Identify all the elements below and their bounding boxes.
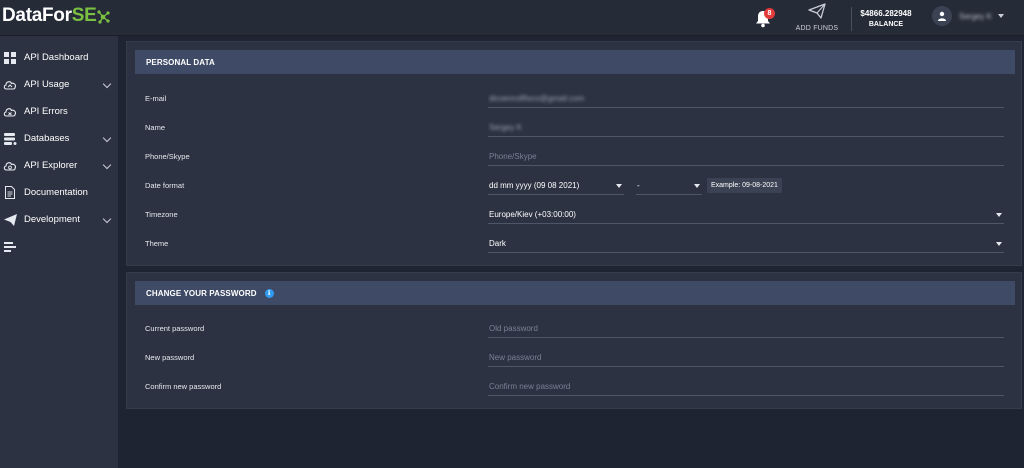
caret-down-icon	[616, 184, 622, 188]
phone-label: Phone/Skype	[145, 152, 190, 161]
confirm-password-placeholder: Confirm new password	[489, 382, 571, 391]
sidebar-item-documentation[interactable]: Documentation	[0, 179, 118, 206]
chevron-down-icon	[102, 133, 112, 143]
name-value: Sergey K	[489, 123, 522, 132]
timezone-select[interactable]: Europe/Kiev (+03:00:00)	[488, 207, 1004, 224]
current-password-input[interactable]: Old password	[488, 321, 1004, 338]
logo-text: DataFor	[2, 5, 72, 26]
name-field[interactable]: Sergey K	[488, 120, 1004, 137]
change-password-panel: CHANGE YOUR PASSWORD i Current password …	[126, 272, 1022, 409]
date-separator-select[interactable]: -	[636, 178, 702, 195]
user-icon	[938, 11, 946, 21]
phone-field[interactable]: Phone/Skype	[488, 149, 1004, 166]
new-password-label: New password	[145, 353, 195, 362]
chevron-down-icon	[102, 160, 112, 170]
top-bar: DataFor SE 8 ADD FUNDS $4866.282948 BALA…	[0, 0, 1024, 36]
add-funds-button[interactable]: ADD FUNDS	[794, 3, 840, 32]
user-name: Sergey K	[959, 11, 992, 21]
sidebar: API Dashboard API Usage API Errors Datab…	[0, 36, 118, 468]
add-funds-label: ADD FUNDS	[795, 25, 839, 32]
email-value: dicoenrollfisco@gmail.com	[489, 94, 585, 103]
info-icon[interactable]: i	[264, 288, 274, 298]
sidebar-item-label: Databases	[24, 133, 70, 144]
phone-placeholder: Phone/Skype	[489, 152, 537, 161]
confirm-password-label: Confirm new password	[145, 382, 222, 391]
date-format-label: Date format	[145, 181, 185, 190]
notification-count-badge: 8	[764, 8, 775, 19]
cloud-explorer-icon	[3, 159, 17, 172]
user-menu[interactable]: Sergey K	[932, 6, 1004, 26]
paper-plane-icon	[808, 3, 826, 19]
dashboard-icon	[3, 51, 17, 64]
sidebar-item-api-errors[interactable]: API Errors	[0, 98, 118, 125]
chevron-down-icon	[102, 79, 112, 89]
confirm-password-input[interactable]: Confirm new password	[488, 379, 1004, 396]
logo-network-icon	[97, 9, 111, 24]
theme-value: Dark	[489, 239, 506, 248]
notifications-button[interactable]: 8	[754, 6, 776, 30]
current-password-placeholder: Old password	[489, 324, 538, 333]
list-icon	[3, 240, 17, 253]
cloud-error-icon	[3, 105, 17, 118]
logo[interactable]: DataFor SE	[2, 5, 111, 27]
sidebar-item-label: Documentation	[24, 187, 88, 198]
caret-down-icon	[694, 184, 700, 188]
document-icon	[3, 186, 17, 199]
name-label: Name	[145, 123, 166, 132]
sidebar-item-label: API Dashboard	[24, 52, 89, 63]
sidebar-item-label: Development	[24, 214, 80, 225]
database-icon	[3, 132, 17, 145]
sidebar-item-api-usage[interactable]: API Usage	[0, 71, 118, 98]
paper-plane-icon	[3, 213, 17, 226]
caret-down-icon	[996, 242, 1002, 246]
date-example-badge: Example: 09-08-2021	[707, 178, 782, 193]
theme-select[interactable]: Dark	[488, 236, 1004, 253]
section-title: CHANGE YOUR PASSWORD	[146, 288, 257, 298]
cloud-icon	[3, 78, 17, 91]
date-format-select[interactable]: dd mm yyyy (09 08 2021)	[488, 178, 624, 195]
balance-display: $4866.282948 BALANCE	[856, 9, 916, 28]
date-format-value: dd mm yyyy (09 08 2021)	[489, 181, 580, 190]
sidebar-item-label: API Explorer	[24, 160, 78, 171]
sidebar-item-extra[interactable]	[0, 233, 118, 260]
email-label: E-mail	[145, 94, 167, 103]
header-divider	[851, 7, 852, 31]
new-password-placeholder: New password	[489, 353, 542, 362]
sidebar-item-label: API Errors	[24, 106, 68, 117]
timezone-label: Timezone	[145, 210, 178, 219]
balance-amount: $4866.282948	[860, 9, 912, 18]
caret-down-icon	[997, 14, 1004, 18]
date-separator-value: -	[637, 181, 640, 190]
sidebar-item-api-explorer[interactable]: API Explorer	[0, 152, 118, 179]
sidebar-item-databases[interactable]: Databases	[0, 125, 118, 152]
change-password-header: CHANGE YOUR PASSWORD i	[135, 281, 1015, 305]
caret-down-icon	[996, 213, 1002, 217]
personal-data-header: PERSONAL DATA	[135, 50, 1015, 74]
chevron-down-icon	[102, 214, 112, 224]
section-title: PERSONAL DATA	[146, 57, 215, 67]
current-password-label: Current password	[145, 324, 205, 333]
personal-data-panel: PERSONAL DATA E-mail dicoenrollfisco@gma…	[126, 41, 1022, 266]
theme-label: Theme	[145, 239, 169, 248]
sidebar-item-api-dashboard[interactable]: API Dashboard	[0, 44, 118, 71]
new-password-input[interactable]: New password	[488, 350, 1004, 367]
sidebar-item-development[interactable]: Development	[0, 206, 118, 233]
email-field[interactable]: dicoenrollfisco@gmail.com	[488, 91, 1004, 108]
sidebar-item-label: API Usage	[24, 79, 70, 90]
avatar	[932, 6, 952, 26]
balance-label: BALANCE	[868, 21, 904, 28]
timezone-value: Europe/Kiev (+03:00:00)	[489, 210, 576, 219]
logo-accent-text: SE	[71, 5, 97, 26]
